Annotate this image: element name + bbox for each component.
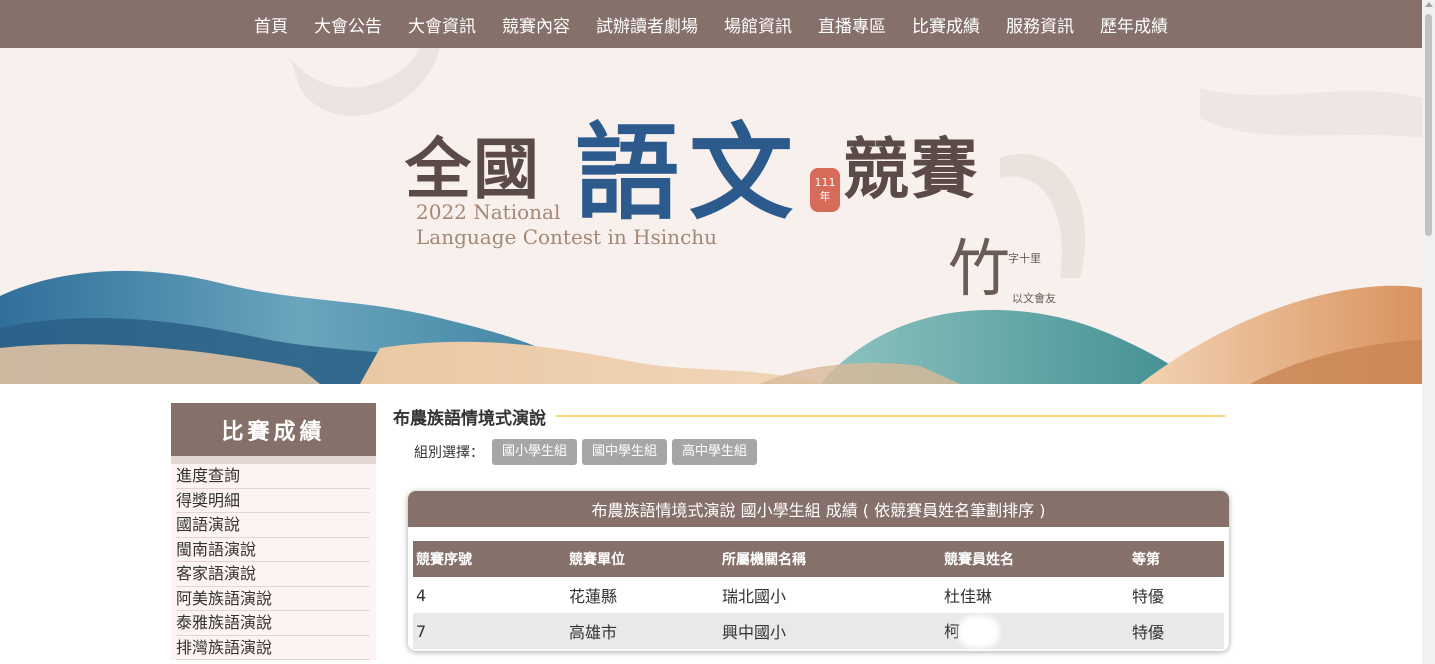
sidebar-item-minnan-speech[interactable]: 閩南語演說	[176, 538, 370, 562]
nav-item-info[interactable]: 大會資訊	[395, 12, 489, 37]
column-header-name: 競賽員姓名	[944, 552, 1014, 568]
table-row: 7 高雄市 興中國小 柯 特優	[413, 613, 1224, 649]
bamboo-logo-sub1: 字十里	[1008, 252, 1041, 265]
section-title: 布農族語情境式演說	[393, 408, 546, 429]
table-header-row: 競賽序號 競賽單位 所屬機關名稱 競賽員姓名 等第	[413, 541, 1224, 577]
hero-banner: 全國 語文 競賽 111年 2022 National Language Con…	[0, 48, 1422, 384]
nav-item-past-results[interactable]: 歷年成績	[1087, 12, 1181, 37]
nav-item-venue[interactable]: 場館資訊	[711, 12, 805, 37]
scrollbar-thumb[interactable]	[1425, 14, 1432, 236]
nav-item-home[interactable]: 首頁	[241, 12, 301, 37]
name-redaction-mask	[962, 620, 997, 645]
section-title-underline	[556, 415, 1225, 417]
column-header-school: 所屬機關名稱	[722, 552, 806, 568]
group-button-junior-high[interactable]: 國中學生組	[582, 439, 668, 465]
nav-item-live[interactable]: 直播專區	[805, 12, 899, 37]
top-nav: 首頁 大會公告 大會資訊 競賽內容 試辦讀者劇場 場館資訊 直播專區 比賽成績 …	[0, 0, 1422, 48]
banner-english-line1: 2022 National	[416, 200, 561, 224]
cell-unit: 高雄市	[569, 623, 618, 642]
nav-item-contest-content[interactable]: 競賽內容	[489, 12, 583, 37]
group-selector: 組別選擇： 國小學生組 國中學生組 高中學生組	[414, 439, 1229, 465]
banner-title-part1: 全國	[405, 130, 541, 208]
nav-item-services[interactable]: 服務資訊	[993, 12, 1087, 37]
sidebar-item-amis-speech[interactable]: 阿美族語演說	[176, 587, 370, 611]
results-card-title: 布農族語情境式演說 國小學生組 成績 ( 依競賽員姓名筆劃排序 )	[408, 491, 1229, 527]
cell-grade: 特優	[1132, 623, 1165, 642]
main-content: 布農族語情境式演說 組別選擇： 國小學生組 國中學生組 高中學生組 布農族語情境…	[393, 403, 1229, 651]
cell-grade: 特優	[1132, 587, 1165, 606]
page-scrollbar[interactable]	[1422, 0, 1435, 664]
year-seal: 111年	[810, 168, 840, 212]
nav-item-results[interactable]: 比賽成績	[899, 12, 993, 37]
sidebar-item-paiwan-speech[interactable]: 排灣族語演說	[176, 636, 370, 660]
section-header: 布農族語情境式演說	[393, 403, 1229, 429]
group-button-senior-high[interactable]: 高中學生組	[672, 439, 758, 465]
cell-number: 7	[416, 621, 427, 641]
cell-number: 4	[416, 585, 427, 605]
cell-unit: 花蓮縣	[569, 587, 618, 606]
nav-item-readers-theater[interactable]: 試辦讀者劇場	[583, 12, 711, 37]
bamboo-logo-sub2: 以文會友	[1012, 292, 1056, 305]
column-header-number: 競賽序號	[416, 552, 472, 568]
sidebar-list: 進度查詢 得獎明細 國語演說 閩南語演說 客家語演說 阿美族語演說 泰雅族語演說…	[171, 464, 376, 660]
sidebar-item-atayal-speech[interactable]: 泰雅族語演說	[176, 611, 370, 636]
sidebar: 比賽成績 進度查詢 得獎明細 國語演說 閩南語演說 客家語演說 阿美族語演說 泰…	[171, 403, 376, 660]
sidebar-item-award-details[interactable]: 得獎明細	[176, 489, 370, 513]
bamboo-logo-mark: 竹	[948, 232, 1011, 305]
banner-english-line2: Language Contest in Hsinchu	[416, 225, 718, 249]
column-header-grade: 等第	[1132, 552, 1160, 568]
column-header-unit: 競賽單位	[569, 552, 625, 568]
results-card: 布農族語情境式演說 國小學生組 成績 ( 依競賽員姓名筆劃排序 ) 競賽序號 競…	[408, 491, 1229, 651]
sidebar-divider	[171, 456, 376, 464]
banner-title-part3: 競賽	[843, 130, 979, 208]
sidebar-item-progress[interactable]: 進度查詢	[176, 464, 370, 489]
cell-name-wrap: 柯	[941, 618, 1129, 645]
cell-school: 興中國小	[722, 623, 787, 642]
table-row: 4 花蓮縣 瑞北國小 杜佳琳 特優	[413, 577, 1224, 613]
cell-school: 瑞北國小	[722, 587, 787, 606]
sidebar-item-hakka-speech[interactable]: 客家語演說	[176, 562, 370, 587]
cell-name: 柯	[944, 621, 961, 641]
results-table: 競賽序號 競賽單位 所屬機關名稱 競賽員姓名 等第 4 花蓮縣 瑞北國小 杜佳琳…	[413, 541, 1224, 649]
banner-title-part2: 語文	[575, 111, 804, 234]
group-label: 組別選擇：	[414, 445, 484, 461]
group-button-elementary[interactable]: 國小學生組	[492, 439, 578, 465]
cell-name: 杜佳琳	[944, 587, 993, 606]
sidebar-item-mandarin-speech[interactable]: 國語演說	[176, 513, 370, 538]
sidebar-title: 比賽成績	[171, 403, 376, 456]
nav-item-announcements[interactable]: 大會公告	[301, 12, 395, 37]
scroll-up-arrow-icon[interactable]	[1425, 2, 1433, 7]
